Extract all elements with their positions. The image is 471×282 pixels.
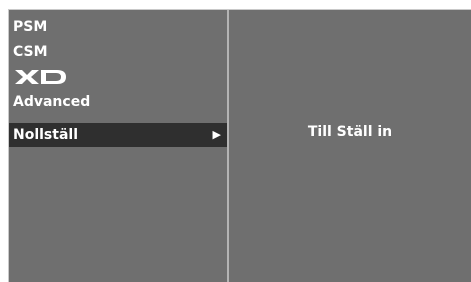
menu-item-label: CSM bbox=[13, 44, 48, 60]
detail-text: Till Ställ in bbox=[307, 124, 393, 140]
menu-item-nollstall[interactable]: Nollställ ▶ bbox=[9, 123, 227, 147]
menu-item-csm[interactable]: CSM bbox=[9, 40, 227, 64]
menu-item-label: Nollställ bbox=[13, 127, 79, 143]
detail-panel: Till Ställ in bbox=[229, 10, 471, 282]
arrow-right-icon: ▶ bbox=[212, 128, 221, 141]
menu-item-psm[interactable]: PSM bbox=[9, 15, 227, 39]
menu-item-label: PSM bbox=[13, 19, 48, 35]
menu-item-xd[interactable] bbox=[9, 65, 227, 89]
tv-menu-screen: PSM CSM Advanced Nollställ ▶ Till Ställ … bbox=[8, 9, 471, 282]
menu-list: PSM CSM Advanced Nollställ ▶ bbox=[9, 10, 227, 282]
menu-item-label: Advanced bbox=[13, 94, 91, 110]
xd-logo-icon bbox=[15, 70, 66, 84]
menu-item-advanced[interactable]: Advanced bbox=[9, 90, 227, 114]
